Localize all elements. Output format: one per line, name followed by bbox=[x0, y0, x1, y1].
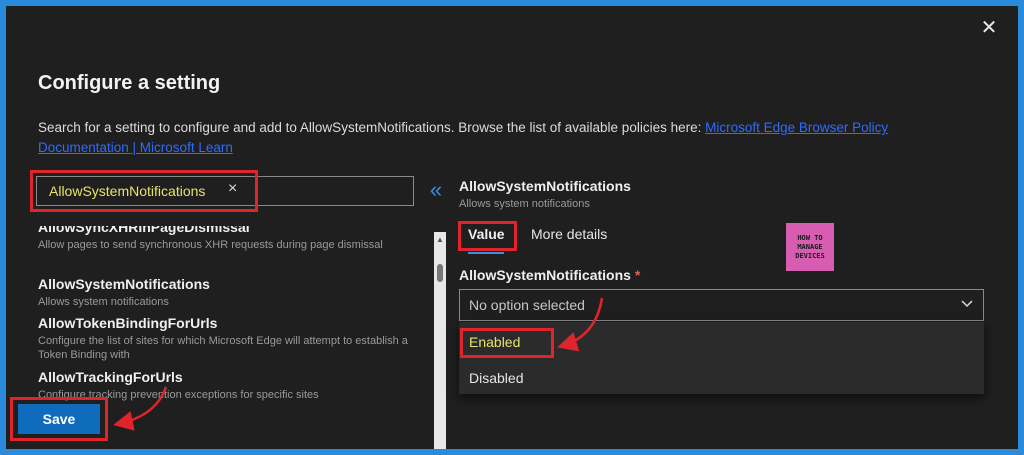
configure-setting-dialog: ✕ Configure a setting Search for a setti… bbox=[6, 6, 1018, 449]
option-enabled[interactable]: Enabled bbox=[469, 334, 520, 350]
logo-line: HOW TO bbox=[797, 233, 823, 242]
active-tab-indicator bbox=[468, 252, 504, 254]
scroll-up-icon[interactable]: ▲ bbox=[436, 235, 444, 244]
collapse-panel-icon[interactable]: « bbox=[424, 176, 448, 206]
list-item[interactable]: AllowSyncXHRInPageDismissal Allow pages … bbox=[38, 226, 430, 252]
description-text: Search for a setting to configure and ad… bbox=[38, 120, 706, 135]
search-value: AllowSystemNotifications bbox=[49, 183, 206, 199]
required-mark: * bbox=[634, 267, 641, 283]
settings-list: AllowSyncXHRInPageDismissal Allow pages … bbox=[38, 226, 430, 402]
list-item-description: Configure tracking prevention exceptions… bbox=[38, 389, 319, 401]
list-item-name: AllowSyncXHRInPageDismissal bbox=[38, 226, 250, 235]
list-item-description: Allows system notifications bbox=[38, 296, 169, 308]
dialog-title: Configure a setting bbox=[38, 72, 221, 94]
tab-value[interactable]: Value bbox=[468, 226, 505, 242]
save-button[interactable]: Save bbox=[18, 404, 100, 434]
setting-title: AllowSystemNotifications bbox=[459, 178, 631, 194]
list-item-name: AllowSystemNotifications bbox=[38, 276, 210, 292]
logo-line: MANAGE bbox=[797, 242, 823, 251]
option-disabled[interactable]: Disabled bbox=[469, 370, 523, 386]
list-item-name: AllowTrackingForUrls bbox=[38, 369, 183, 385]
dropdown-menu: Enabled Disabled bbox=[459, 322, 984, 394]
list-scrollbar[interactable]: ▲ bbox=[434, 232, 446, 449]
field-label-text: AllowSystemNotifications bbox=[459, 267, 631, 283]
setting-subtitle: Allows system notifications bbox=[459, 198, 590, 210]
how-to-manage-devices-logo: HOW TO MANAGE DEVICES bbox=[786, 223, 834, 271]
list-item[interactable]: AllowTokenBindingForUrls Configure the l… bbox=[38, 314, 430, 362]
close-icon[interactable]: ✕ bbox=[978, 16, 1000, 39]
clear-search-icon[interactable]: × bbox=[228, 180, 237, 198]
list-item[interactable]: AllowTrackingForUrls Configure tracking … bbox=[38, 368, 430, 402]
scroll-thumb[interactable] bbox=[437, 264, 443, 282]
tab-more-details[interactable]: More details bbox=[531, 226, 607, 242]
list-item-name: AllowTokenBindingForUrls bbox=[38, 315, 218, 331]
settings-search-input[interactable]: AllowSystemNotifications × bbox=[36, 176, 414, 206]
list-item-description: Configure the list of sites for which Mi… bbox=[38, 335, 408, 361]
dropdown-value: No option selected bbox=[469, 297, 585, 313]
dialog-description: Search for a setting to configure and ad… bbox=[38, 118, 978, 158]
logo-line: DEVICES bbox=[795, 251, 825, 260]
list-item[interactable]: AllowSystemNotifications Allows system n… bbox=[38, 275, 430, 309]
value-dropdown[interactable]: No option selected bbox=[459, 289, 984, 321]
field-label: AllowSystemNotifications * bbox=[459, 267, 640, 283]
list-item-description: Allow pages to send synchronous XHR requ… bbox=[38, 239, 383, 251]
chevron-down-icon bbox=[959, 295, 975, 314]
